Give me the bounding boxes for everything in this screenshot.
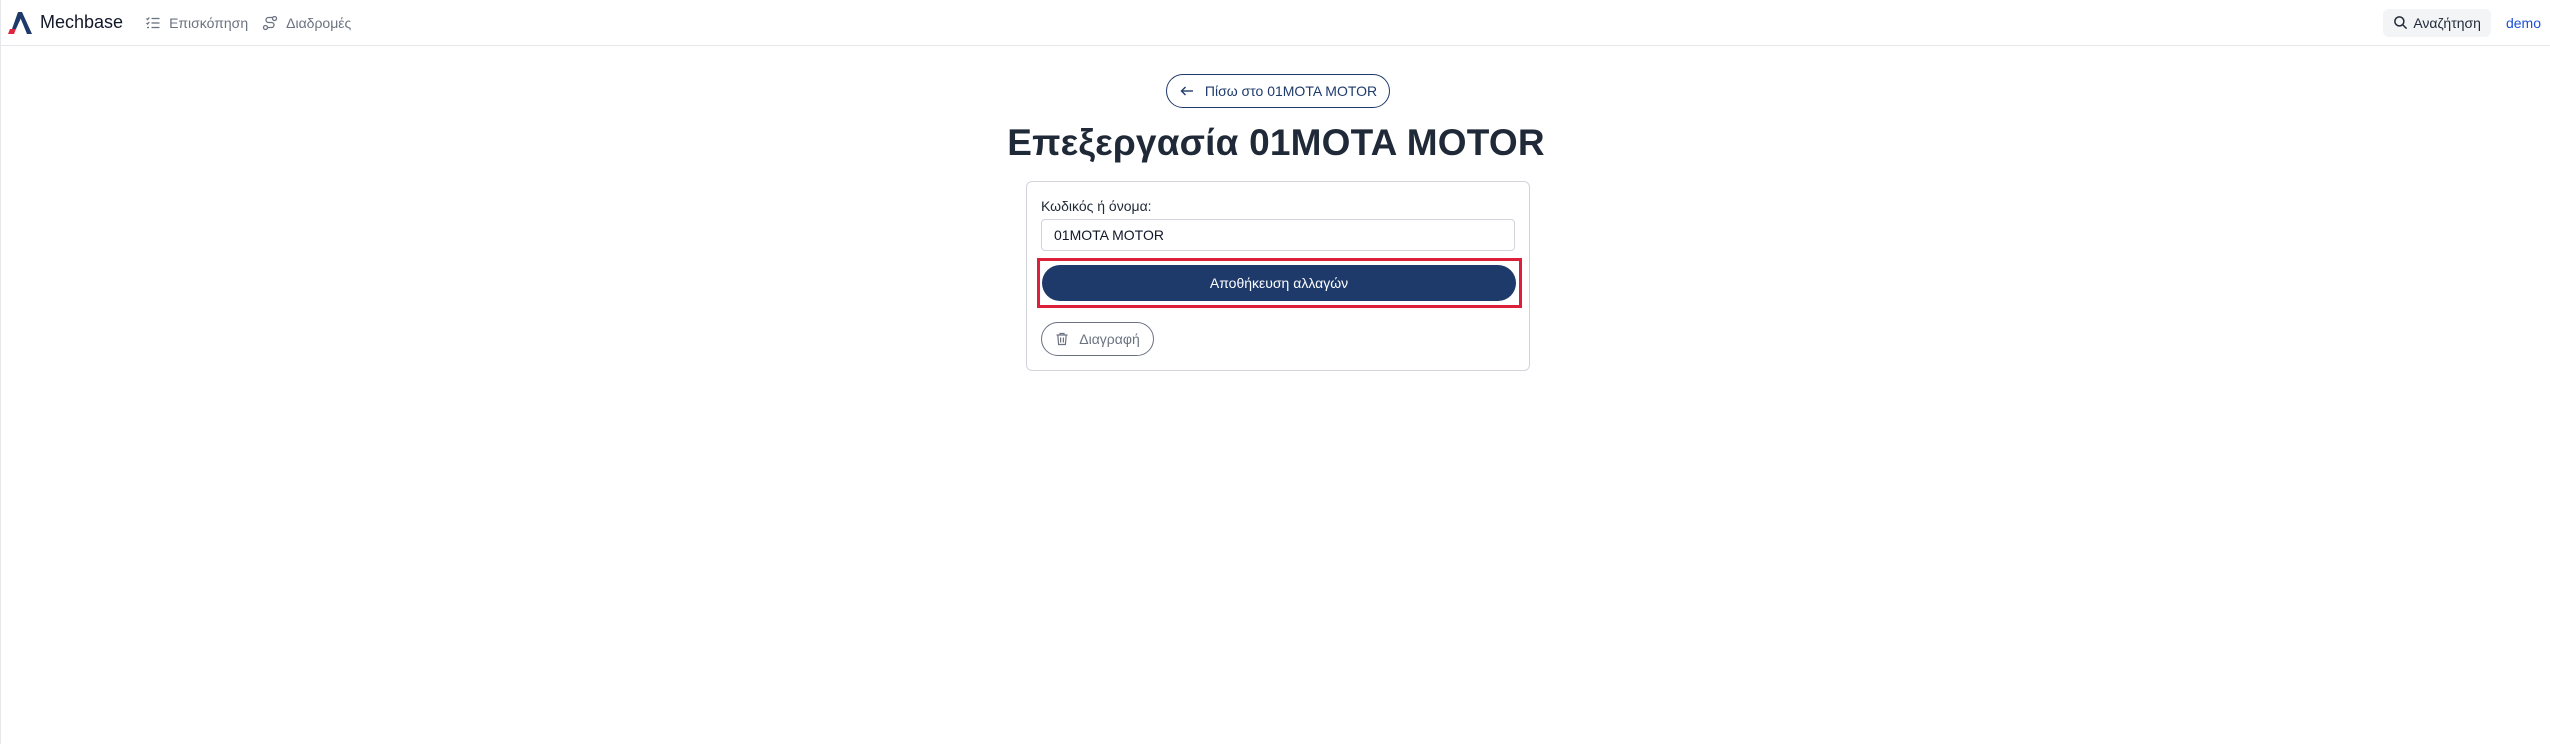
nav-links: Επισκόπηση Διαδρομές [145,15,351,31]
search-button[interactable]: Αναζήτηση [2383,8,2491,37]
nav-item-routes[interactable]: Διαδρομές [262,15,351,31]
list-check-icon [146,16,160,28]
user-menu-link[interactable]: demo [2506,15,2541,31]
search-button-label: Αναζήτηση [2413,14,2481,31]
brand-name: Mechbase [40,12,124,32]
nav-item-routes-label: Διαδρομές [286,14,352,31]
nav-right: Αναζήτηση demo [2383,0,2541,45]
top-navbar: Mechbase Επισκόπηση Διαδρομές Αναζήτηση … [1,0,2550,46]
code-or-name-input[interactable] [1041,219,1515,251]
delete-button[interactable]: Διαγραφή [1041,322,1154,356]
nav-item-overview[interactable]: Επισκόπηση [145,15,248,31]
page-title: Επεξεργασία 01MOTA MOTOR [1007,122,1545,163]
brand-home-link[interactable]: Mechbase [7,10,123,36]
nav-item-overview-label: Επισκόπηση [169,14,249,31]
code-or-name-label: Κωδικός ή όνομα: [1041,198,1152,214]
delete-button-label: Διαγραφή [1079,331,1140,347]
route-icon [262,15,278,30]
back-button-label: Πίσω στο 01MOTA MOTOR [1204,83,1378,99]
arrow-left-icon [1180,86,1193,96]
page: Mechbase Επισκόπηση Διαδρομές Αναζήτηση … [0,0,2550,744]
trash-icon [1056,332,1068,346]
back-button[interactable]: Πίσω στο 01MOTA MOTOR [1166,74,1390,108]
save-changes-button[interactable]: Αποθήκευση αλλαγών [1042,265,1516,301]
mechbase-logo-icon [8,11,32,34]
nav-left: Mechbase Επισκόπηση Διαδρομές [1,0,351,45]
search-icon [2394,16,2408,30]
